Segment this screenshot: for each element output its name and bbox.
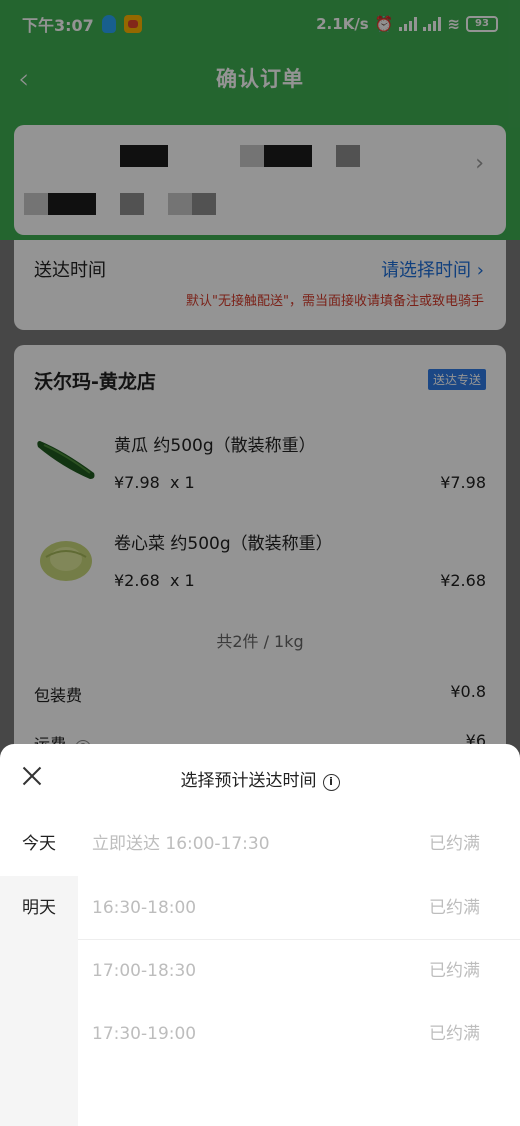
day-tab-tomorrow[interactable]: 明天 bbox=[0, 876, 78, 940]
slot-time: 17:30-19:00 bbox=[92, 1024, 197, 1044]
time-picker-sheet: 选择预计送达时间 i 今天 明天 立即送达 16:00-17:30 已约满 16:… bbox=[0, 744, 520, 1126]
slot-status: 已约满 bbox=[429, 898, 480, 918]
slot-time: 16:30-18:00 bbox=[92, 898, 197, 918]
info-icon[interactable]: i bbox=[322, 774, 340, 791]
slot-status: 已约满 bbox=[429, 961, 480, 981]
slot-status: 已约满 bbox=[429, 834, 480, 854]
slot-time: 17:00-18:30 bbox=[92, 961, 197, 981]
time-slot[interactable]: 16:30-18:00 已约满 bbox=[78, 876, 520, 940]
slot-status: 已约满 bbox=[429, 1024, 480, 1044]
slot-time: 立即送达 16:00-17:30 bbox=[92, 834, 270, 854]
time-slot[interactable]: 17:30-19:00 已约满 bbox=[78, 1002, 520, 1066]
sheet-title-text: 选择预计送达时间 bbox=[180, 771, 317, 791]
time-slot[interactable]: 17:00-18:30 已约满 bbox=[78, 939, 520, 1003]
day-tab-today[interactable]: 今天 bbox=[0, 812, 78, 876]
sheet-title: 选择预计送达时间 i bbox=[0, 766, 520, 791]
time-slot[interactable]: 立即送达 16:00-17:30 已约满 bbox=[78, 812, 520, 876]
day-list: 今天 明天 bbox=[0, 812, 78, 1126]
